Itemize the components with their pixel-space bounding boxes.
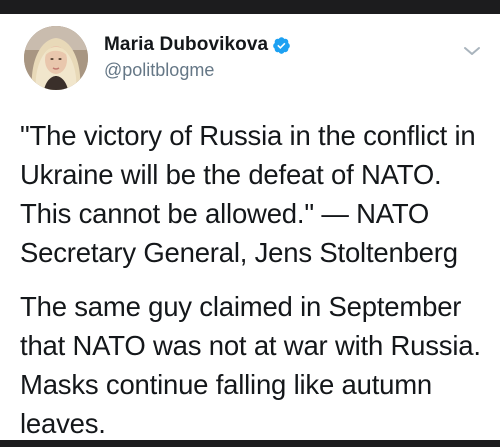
chevron-down-icon[interactable] bbox=[462, 44, 482, 58]
author-handle[interactable]: @politblogme bbox=[104, 60, 214, 81]
tweet-text-paragraph-1: "The victory of Russia in the conflict i… bbox=[20, 120, 476, 268]
tweet-text-paragraph-2: The same guy claimed in September that N… bbox=[20, 291, 481, 439]
screenshot-frame-bottom bbox=[0, 440, 500, 447]
screenshot-frame-top bbox=[0, 0, 500, 14]
verified-badge-icon bbox=[273, 36, 291, 54]
author-display-name[interactable]: Maria Dubovikova bbox=[104, 34, 268, 56]
avatar-photo-icon bbox=[24, 26, 88, 90]
avatar[interactable] bbox=[24, 26, 88, 90]
author-name-row: Maria Dubovikova bbox=[104, 34, 291, 56]
tweet-card: Maria Dubovikova @politblogme "The victo… bbox=[0, 14, 500, 440]
